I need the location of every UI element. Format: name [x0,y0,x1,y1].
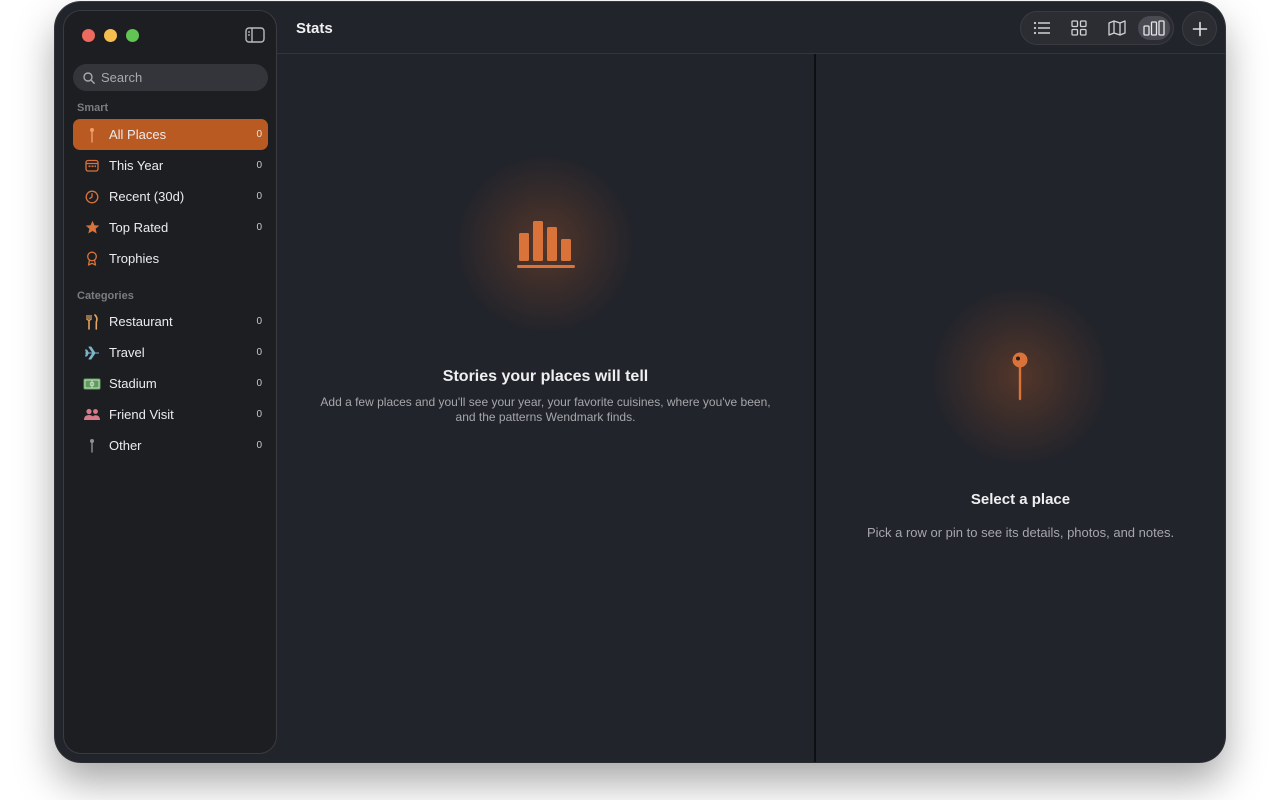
sidebar-item-recent[interactable]: Recent (30d) 0 [73,181,268,212]
list-view-button[interactable] [1026,16,1058,40]
search-field[interactable]: Search [73,64,268,91]
close-window-button[interactable] [82,29,95,42]
zoom-window-button[interactable] [126,29,139,42]
pin-icon [1012,352,1028,401]
bar-chart-icon [1143,20,1165,36]
stats-pane: Stories your places will tell Add a few … [277,54,814,762]
clock-icon [83,188,101,206]
sidebar-item-label: All Places [109,127,167,142]
detail-empty-body: Pick a row or pin to see its details, ph… [866,525,1175,540]
sidebar-item-count: 0 [256,440,262,451]
stats-view-button[interactable] [1138,16,1170,40]
pin-icon [83,126,101,144]
people-icon [83,406,101,424]
sidebar-item-label: Other [109,438,142,453]
sidebar-item-top-rated[interactable]: Top Rated 0 [73,212,268,243]
app-window: Search Smart All Places 0 This Year 0 Re… [55,2,1225,762]
sidebar-item-label: Top Rated [109,220,169,235]
star-icon [83,219,101,237]
sidebar-item-count: 0 [256,316,262,327]
sidebar-item-all-places[interactable]: All Places 0 [73,119,268,150]
map-icon [1108,20,1126,36]
sidebar-item-label: Friend Visit [109,407,174,422]
detail-pane: Select a place Pick a row or pin to see … [816,54,1225,762]
sidebar-item-count: 0 [256,409,262,420]
grid-icon [1071,20,1087,36]
minimize-window-button[interactable] [104,29,117,42]
pin-icon [83,437,101,455]
list-icon [1033,21,1050,35]
trophy-icon [83,250,101,268]
categories-section-heading: Categories [77,290,134,302]
smart-section-heading: Smart [77,102,109,114]
stadium-icon [83,375,101,393]
stats-empty-body-line1: Add a few places and you'll see your yea… [320,395,771,409]
sidebar-item-count: 0 [256,191,262,202]
sidebar-item-trophies[interactable]: Trophies [73,243,268,274]
map-view-button[interactable] [1101,16,1133,40]
airplane-icon [83,344,101,362]
sidebar-item-label: Recent (30d) [109,189,185,204]
sidebar-item-label: Restaurant [109,314,173,329]
sidebar-item-travel[interactable]: Travel 0 [73,337,268,368]
sidebar-item-this-year[interactable]: This Year 0 [73,150,268,181]
sidebar-item-stadium[interactable]: Stadium 0 [73,368,268,399]
stats-empty-title: Stories your places will tell [442,368,649,385]
sidebar-item-label: Stadium [109,376,157,391]
sidebar-item-label: Trophies [109,251,160,266]
detail-empty-title: Select a place [970,491,1071,508]
search-icon [83,71,95,84]
search-input[interactable]: Search [101,70,142,85]
add-place-button[interactable] [1182,11,1217,46]
sidebar-item-label: Travel [109,345,145,360]
sidebar-item-count: 0 [256,222,262,233]
sidebar-item-friend-visit[interactable]: Friend Visit 0 [73,399,268,430]
sidebar-item-count: 0 [256,378,262,389]
sidebar-item-restaurant[interactable]: Restaurant 0 [73,306,268,337]
view-mode-switcher [1020,11,1174,45]
page-title: Stats [296,20,333,37]
sidebar-item-count: 0 [256,160,262,171]
sidebar: Search Smart All Places 0 This Year 0 Re… [63,10,277,754]
plus-icon [1192,21,1207,36]
stats-empty-body-line2: and the patterns Wendmark finds. [455,410,636,424]
sidebar-item-count: 0 [256,129,262,140]
sidebar-item-label: This Year [109,158,164,173]
sidebar-item-other[interactable]: Other 0 [73,430,268,461]
grid-view-button[interactable] [1063,16,1095,40]
sidebar-toggle-icon[interactable] [245,27,265,43]
calendar-icon [83,157,101,175]
fork-knife-icon [83,313,101,331]
sidebar-item-count: 0 [256,347,262,358]
bar-chart-icon [517,221,575,268]
